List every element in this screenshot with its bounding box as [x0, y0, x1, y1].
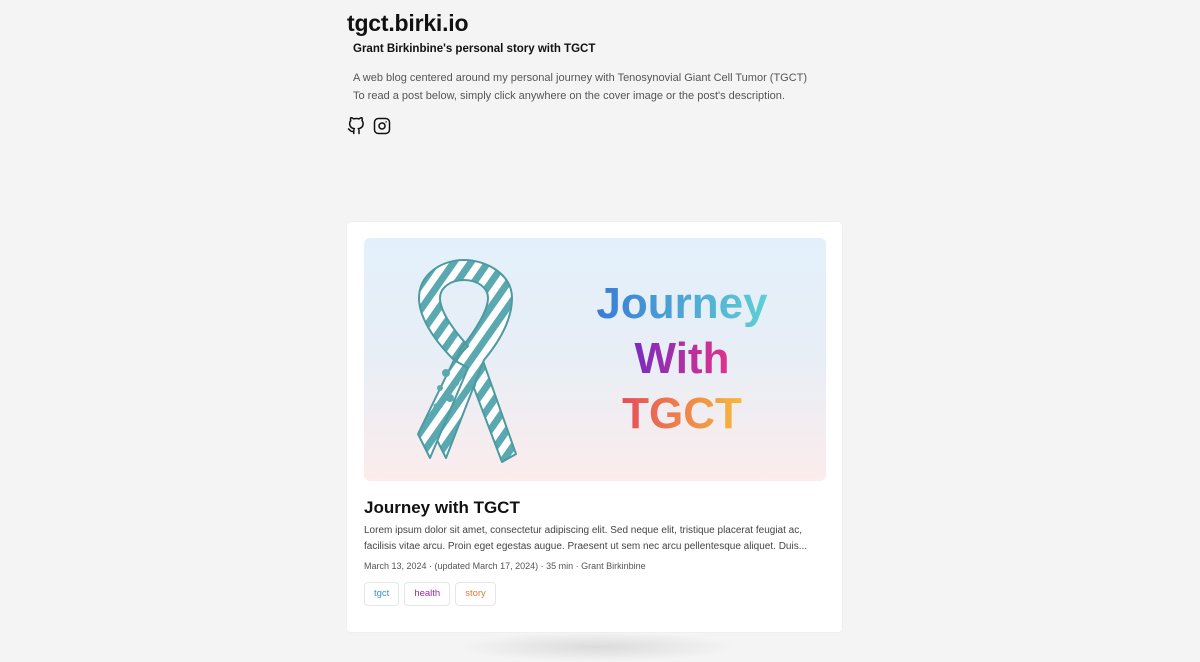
- cover-text-journey: Journey: [596, 279, 768, 328]
- post-meta: March 13, 2024 · (updated March 17, 2024…: [364, 561, 646, 571]
- cover-text-tgct: TGCT: [622, 389, 742, 438]
- post-excerpt[interactable]: Lorem ipsum dolor sit amet, consectetur …: [364, 523, 814, 555]
- description-line: A web blog centered around my personal j…: [353, 72, 808, 84]
- instagram-link[interactable]: [373, 117, 391, 135]
- excerpt-line: Lorem ipsum dolor sit amet, consectetur …: [364, 525, 803, 536]
- instagram-icon: [373, 117, 391, 135]
- excerpt-line: facilisis vitae arcu. Proin eget egestas…: [364, 541, 808, 552]
- tag-tgct[interactable]: tgct: [364, 582, 400, 606]
- github-link[interactable]: [347, 116, 365, 135]
- ribbon-icon: [417, 259, 517, 463]
- site-title[interactable]: tgct.birki.io: [347, 10, 469, 37]
- github-icon: [347, 116, 364, 135]
- site-description: A web blog centered around my personal j…: [353, 69, 807, 105]
- post-card[interactable]: Journey With TGCT Journey with TGCT Lore…: [347, 222, 842, 632]
- tag-health[interactable]: health: [404, 582, 451, 606]
- post-title[interactable]: Journey with TGCT: [364, 498, 520, 518]
- cover-artwork: Journey With TGCT: [417, 259, 768, 463]
- site-tagline: Grant Birkinbine's personal story with T…: [353, 43, 596, 55]
- tag-story[interactable]: story: [455, 582, 496, 606]
- post-tags: tgct health story: [364, 582, 496, 606]
- cover-text-with: With: [635, 334, 730, 383]
- post-cover-image[interactable]: Journey With TGCT: [364, 238, 826, 481]
- description-line: To read a post below, simply click anywh…: [353, 90, 785, 102]
- social-links: [347, 116, 391, 135]
- card-shadow: [457, 632, 737, 662]
